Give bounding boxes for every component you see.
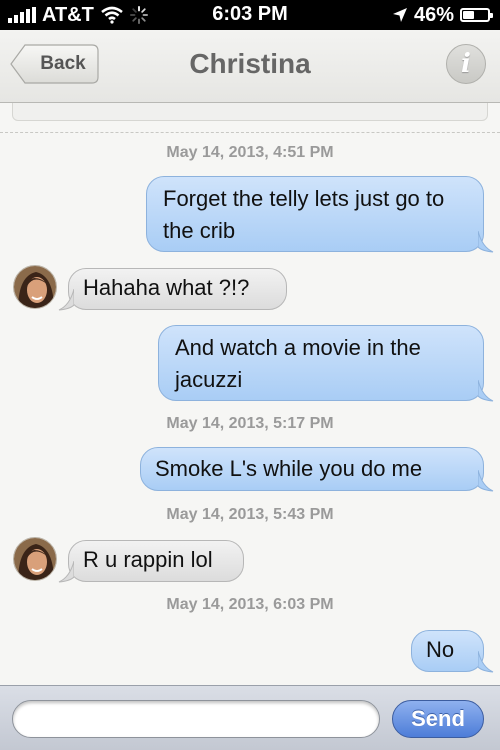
message-text: Forget the telly lets just go to the cri… [163, 186, 445, 243]
received-bubble-tail [58, 289, 74, 311]
timestamp: May 14, 2013, 6:03 PM [166, 596, 334, 613]
battery-percent: 46% [413, 3, 454, 26]
conversation-title: Christina [189, 48, 311, 79]
battery-nub [490, 13, 493, 18]
sent-message-bubble[interactable]: No [411, 630, 484, 672]
battery-level-fill [463, 11, 474, 19]
received-message-bubble[interactable]: R u rappin lol [68, 540, 244, 582]
received-message-bubble[interactable]: Hahaha what ?!? [68, 268, 287, 310]
contact-info-button[interactable]: i [446, 44, 486, 84]
sent-bubble-tail [478, 651, 494, 673]
message-input[interactable] [12, 700, 380, 738]
send-button[interactable]: Send [392, 700, 484, 738]
status-right: 46% [392, 3, 493, 27]
timestamp: May 14, 2013, 4:51 PM [166, 144, 334, 161]
sent-bubble-tail [478, 470, 494, 492]
sent-bubble-tail [478, 380, 494, 402]
received-bubble-tail [58, 561, 74, 583]
messages-screen: AT&T 6:03 PM 46% Back Christina i May 14… [0, 0, 500, 750]
message-thread[interactable]: May 14, 2013, 4:51 PM Forget the telly l… [0, 103, 500, 685]
message-text: And watch a movie in the jacuzzi [175, 335, 421, 392]
battery-icon [460, 8, 493, 22]
contact-avatar [13, 537, 57, 581]
status-bar: AT&T 6:03 PM 46% [0, 0, 500, 30]
timestamp: May 14, 2013, 5:17 PM [166, 415, 334, 432]
info-icon: i [461, 49, 471, 79]
sent-message-bubble[interactable]: And watch a movie in the jacuzzi [158, 325, 484, 401]
previous-message-card [12, 103, 488, 121]
navigation-bar: Back Christina i [0, 30, 500, 103]
contact-photo [14, 538, 56, 580]
location-arrow-icon [392, 8, 407, 22]
message-text: R u rappin lol [83, 547, 213, 572]
message-text: No [426, 637, 455, 662]
contact-avatar [13, 265, 57, 309]
sent-message-bubble[interactable]: Smoke L's while you do me [140, 447, 484, 491]
sent-bubble-tail [478, 231, 494, 253]
timestamp: May 14, 2013, 5:43 PM [166, 506, 334, 523]
thread-divider [0, 132, 500, 133]
message-text: Smoke L's while you do me [155, 456, 423, 481]
sent-message-bubble[interactable]: Forget the telly lets just go to the cri… [146, 176, 484, 252]
contact-photo [14, 266, 56, 308]
message-composer: Send [0, 685, 500, 750]
message-text: Hahaha what ?!? [83, 275, 250, 300]
